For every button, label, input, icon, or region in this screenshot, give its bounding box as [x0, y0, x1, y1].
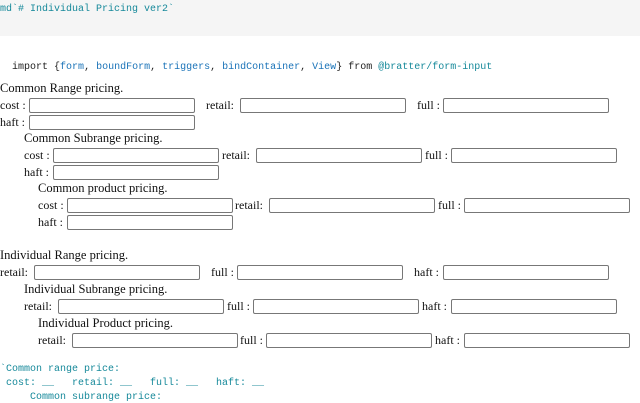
common-subrange-row-2: haft : — [0, 165, 640, 180]
individual-range-full-label: full : — [211, 265, 234, 279]
individual-range-retail-input[interactable] — [34, 265, 200, 280]
common-subrange-cost-label: cost : — [24, 148, 50, 162]
common-product-row-2: haft : — [0, 215, 640, 230]
common-product-retail-input[interactable] — [269, 198, 435, 213]
individual-product-full-input[interactable] — [266, 333, 432, 348]
common-range-cost-label: cost : — [0, 98, 26, 112]
individual-subrange-haft-label: haft : — [422, 299, 447, 313]
common-product-row-1: cost : retail: full : — [0, 198, 640, 213]
common-product-retail-label: retail: — [235, 198, 263, 212]
output-line-3: Common subrange price: — [0, 392, 163, 403]
import-keyword: import — [12, 62, 49, 73]
markdown-cell[interactable]: md`# Individual Pricing ver2` — [0, 0, 640, 36]
common-subrange-row-1: cost : retail: full : — [0, 148, 640, 163]
common-product-cost-label: cost : — [38, 198, 64, 212]
import-name-form: form — [60, 62, 85, 73]
individual-range-full-input[interactable] — [237, 265, 403, 280]
individual-range-row: retail: full : haft : — [0, 265, 640, 280]
import-name-view: View — [312, 62, 337, 73]
individual-product-haft-label: haft : — [435, 333, 460, 347]
import-name-boundform: boundForm — [96, 62, 151, 73]
common-product-haft-input[interactable] — [67, 215, 233, 230]
common-subrange-heading: Common Subrange pricing. — [24, 131, 163, 145]
common-subrange-retail-label: retail: — [222, 148, 250, 162]
common-range-row-1: cost : retail: full : — [0, 98, 640, 113]
individual-product-retail-label: retail: — [38, 333, 66, 347]
import-statement[interactable]: import {form, boundForm, triggers, bindC… — [0, 51, 492, 73]
common-product-haft-label: haft : — [38, 215, 63, 229]
individual-range-haft-label: haft : — [414, 265, 439, 279]
common-range-row-2: haft : — [0, 115, 640, 130]
import-name-triggers: triggers — [162, 62, 211, 73]
individual-subrange-row: retail: full : haft : — [0, 299, 640, 314]
common-range-cost-input[interactable] — [29, 98, 195, 113]
output-line-2: cost: __ retail: __ full: __ haft: __ — [0, 378, 265, 389]
common-subrange-cost-input[interactable] — [53, 148, 219, 163]
common-product-full-label: full : — [438, 198, 461, 212]
common-range-haft-input[interactable] — [29, 115, 195, 130]
common-range-retail-input[interactable] — [240, 98, 406, 113]
individual-range-haft-input[interactable] — [443, 265, 609, 280]
from-keyword: from — [342, 62, 379, 73]
common-product-full-input[interactable] — [464, 198, 630, 213]
common-subrange-haft-label: haft : — [24, 165, 49, 179]
common-product-heading: Common product pricing. — [38, 181, 168, 195]
import-name-bindcontainer: bindContainer — [222, 62, 301, 73]
common-subrange-full-label: full : — [425, 148, 448, 162]
module-name: @bratter/form-input — [378, 62, 493, 73]
individual-subrange-retail-input[interactable] — [58, 299, 224, 314]
individual-product-full-label: full : — [240, 333, 263, 347]
individual-product-retail-input[interactable] — [72, 333, 238, 348]
common-subrange-retail-input[interactable] — [256, 148, 422, 163]
common-range-full-input[interactable] — [443, 98, 609, 113]
common-range-haft-label: haft : — [0, 115, 25, 129]
common-subrange-haft-input[interactable] — [53, 165, 219, 180]
individual-subrange-heading: Individual Subrange pricing. — [24, 282, 168, 296]
individual-subrange-haft-input[interactable] — [451, 299, 617, 314]
output-line-1: `Common range price: — [0, 364, 121, 375]
individual-product-heading: Individual Product pricing. — [38, 316, 174, 330]
individual-product-row: retail: full : haft : — [0, 333, 640, 348]
individual-subrange-full-label: full : — [227, 299, 250, 313]
markdown-source-text: md`# Individual Pricing ver2` — [0, 4, 175, 15]
common-subrange-full-input[interactable] — [451, 148, 617, 163]
individual-range-heading: Individual Range pricing. — [0, 248, 129, 262]
individual-range-retail-label: retail: — [0, 265, 28, 279]
common-product-cost-input[interactable] — [67, 198, 233, 213]
individual-subrange-full-input[interactable] — [253, 299, 419, 314]
open-brace: { — [48, 62, 61, 73]
individual-product-haft-input[interactable] — [464, 333, 630, 348]
common-range-heading: Common Range pricing. — [0, 81, 124, 95]
common-range-retail-label: retail: — [206, 98, 234, 112]
common-range-full-label: full : — [417, 98, 440, 112]
individual-subrange-retail-label: retail: — [24, 299, 52, 313]
